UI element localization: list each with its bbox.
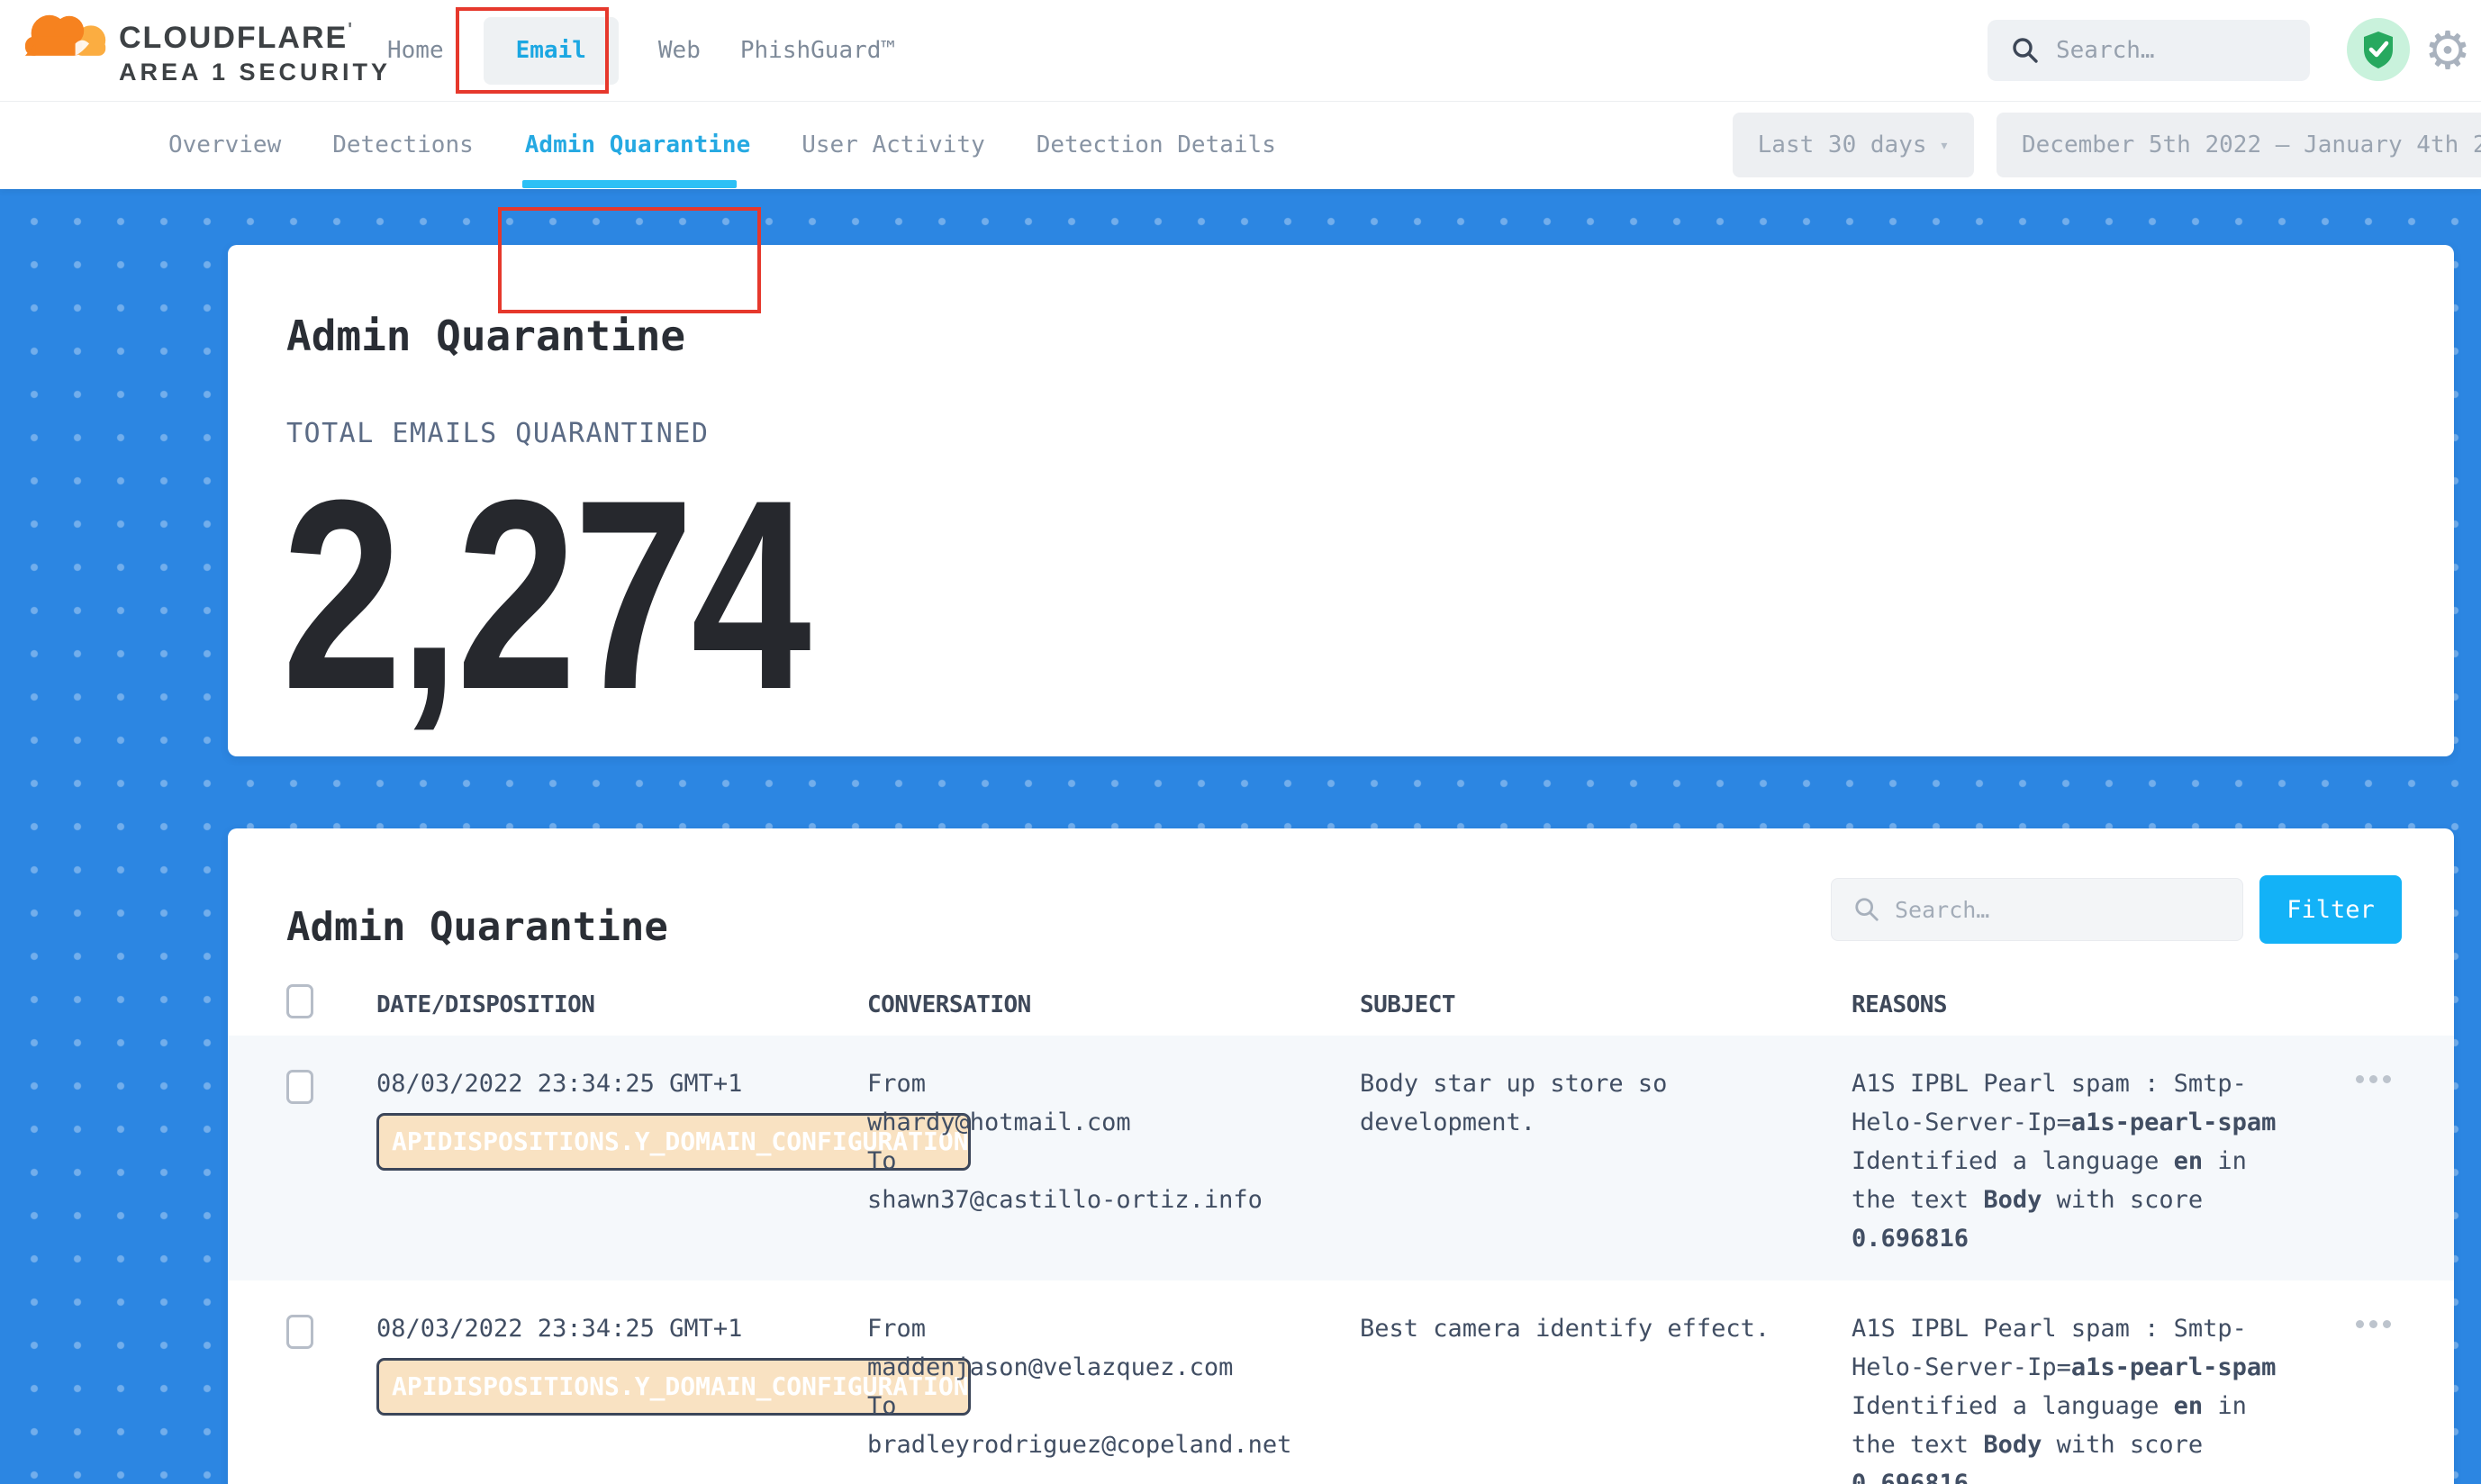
row-date: 08/03/2022 23:34:25 GMT+1 (376, 1064, 742, 1103)
table-search[interactable] (1831, 878, 2243, 941)
date-range-dropdown-label: Last 30 days (1758, 131, 1927, 158)
table-header-row: DATE/DISPOSITION CONVERSATION SUBJECT RE… (228, 984, 2454, 1036)
brand-subtitle: AREA 1 SECURITY (119, 59, 391, 86)
table-row: 08/03/2022 23:34:25 GMT+1 APIDISPOSITION… (228, 1280, 2454, 1484)
row-more-actions-button[interactable] (2356, 1320, 2391, 1328)
date-range-dropdown[interactable]: Last 30 days ▾ (1733, 113, 1974, 177)
tab-overview[interactable]: Overview (168, 131, 281, 158)
to-label: To (867, 1142, 1263, 1181)
quarantine-summary-card: Admin Quarantine TOTAL EMAILS QUARANTINE… (228, 245, 2454, 756)
row-checkbox[interactable] (286, 1070, 313, 1104)
table-card-title: Admin Quarantine (286, 904, 668, 950)
nav-item-web[interactable]: Web (658, 37, 701, 64)
date-range-display[interactable]: December 5th 2022 — January 4th 2023 (1997, 113, 2481, 177)
search-icon (1853, 896, 1880, 923)
primary-nav: Home Email Web PhishGuard™ (387, 0, 895, 101)
row-checkbox[interactable] (286, 1315, 313, 1349)
brand-name: CLOUDFLARE' (119, 20, 391, 56)
email-section-tab-bar: Overview Detections Admin Quarantine Use… (0, 101, 2481, 189)
cloudflare-logo-icon (23, 7, 110, 58)
table-search-input[interactable] (1893, 896, 2167, 924)
total-emails-value: 2,274 (282, 459, 809, 729)
quarantine-table-card: Admin Quarantine Filter DATE/DISPOSITION… (228, 828, 2454, 1484)
to-address: bradleyrodriguez@copeland.net (867, 1425, 1291, 1464)
shield-check-icon (2360, 30, 2396, 69)
brand-lockup: CLOUDFLARE' AREA 1 SECURITY (119, 20, 391, 86)
nav-item-phishguard[interactable]: PhishGuard™ (740, 37, 895, 64)
to-label: To (867, 1387, 1291, 1425)
settings-gear-icon[interactable]: ⚙ (2424, 14, 2471, 86)
row-reasons: A1S IPBL Pearl spam : Smtp-Helo-Server-I… (1852, 1309, 2284, 1484)
protection-status-badge[interactable] (2347, 18, 2410, 81)
content-background: Admin Quarantine TOTAL EMAILS QUARANTINE… (0, 189, 2481, 1484)
column-header-date-disposition[interactable]: DATE/DISPOSITION (376, 991, 594, 1018)
tab-user-activity[interactable]: User Activity (801, 131, 985, 158)
summary-card-title: Admin Quarantine (286, 312, 685, 360)
brand-trademark: ' (348, 20, 354, 40)
active-tab-indicator (522, 180, 737, 188)
table-row: 08/03/2022 23:34:25 GMT+1 APIDISPOSITION… (228, 1036, 2454, 1280)
top-navigation-bar: CLOUDFLARE' AREA 1 SECURITY Home Email W… (0, 0, 2481, 102)
filter-button[interactable]: Filter (2259, 875, 2402, 944)
column-header-subject[interactable]: SUBJECT (1360, 991, 1455, 1018)
select-all-checkbox[interactable] (286, 984, 313, 1018)
search-icon (2011, 36, 2040, 65)
row-more-actions-button[interactable] (2356, 1075, 2391, 1083)
row-conversation: From whardy@hotmail.com To shawn37@casti… (867, 1064, 1263, 1219)
from-label: From (867, 1309, 1291, 1348)
email-tabs: Overview Detections Admin Quarantine Use… (168, 101, 1276, 189)
nav-item-email[interactable]: Email (484, 17, 619, 85)
row-conversation: From maddenjason@velazquez.com To bradle… (867, 1309, 1291, 1464)
from-label: From (867, 1064, 1263, 1103)
row-reasons: A1S IPBL Pearl spam : Smtp-Helo-Server-I… (1852, 1064, 2284, 1258)
row-subject: Best camera identify effect. (1360, 1309, 1792, 1348)
column-header-reasons[interactable]: REASONS (1852, 991, 1947, 1018)
tab-detection-details[interactable]: Detection Details (1037, 131, 1276, 158)
tab-detections[interactable]: Detections (332, 131, 474, 158)
chevron-down-icon: ▾ (1940, 136, 1950, 155)
to-address: shawn37@castillo-ortiz.info (867, 1181, 1263, 1219)
row-date: 08/03/2022 23:34:25 GMT+1 (376, 1309, 742, 1348)
column-header-conversation[interactable]: CONVERSATION (867, 991, 1031, 1018)
from-address: whardy@hotmail.com (867, 1103, 1263, 1142)
area1-security-app: CLOUDFLARE' AREA 1 SECURITY Home Email W… (0, 0, 2481, 1484)
from-address: maddenjason@velazquez.com (867, 1348, 1291, 1387)
tab-admin-quarantine[interactable]: Admin Quarantine (525, 131, 750, 158)
global-search[interactable] (1988, 20, 2310, 81)
row-subject: Body star up store so development. (1360, 1064, 1792, 1142)
nav-item-home[interactable]: Home (387, 37, 444, 64)
global-search-input[interactable] (2054, 36, 2274, 65)
